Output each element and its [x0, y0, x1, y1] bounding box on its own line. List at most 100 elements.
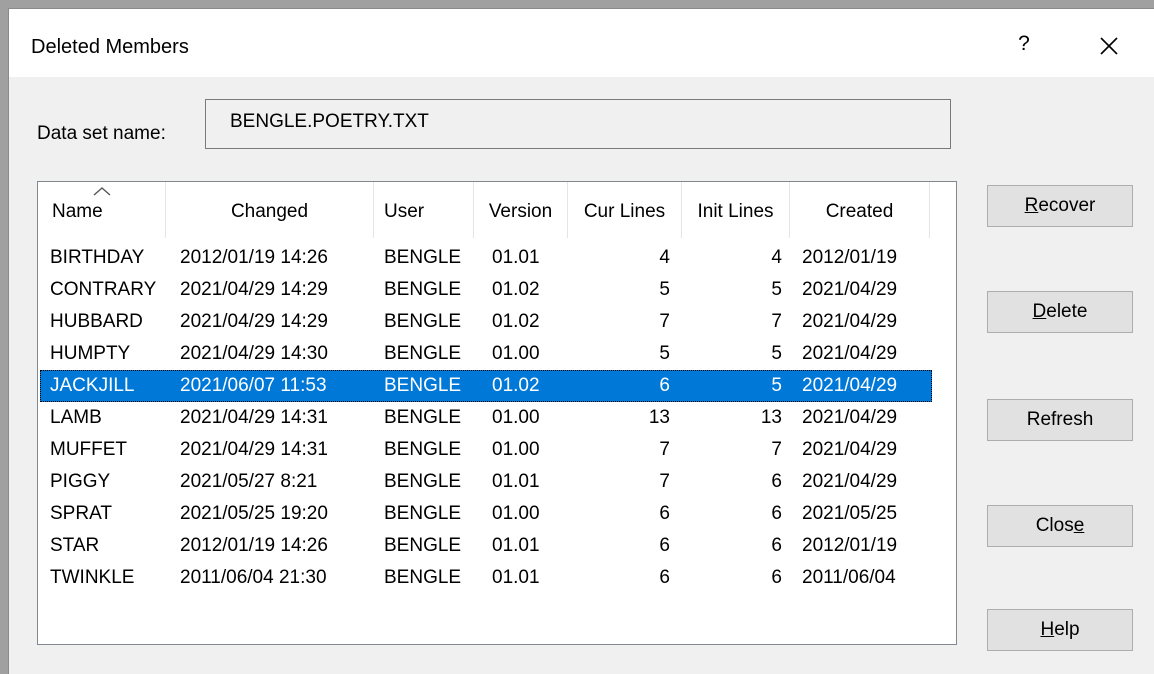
cell-user: BENGLE: [384, 471, 462, 492]
cell-created: 2021/04/29: [802, 343, 898, 364]
cell-user: BENGLE: [384, 343, 462, 364]
cell-cur-lines: 6: [659, 567, 670, 588]
cell-changed: 2021/04/29 14:29: [180, 311, 328, 332]
cell-created: 2021/05/25: [802, 503, 898, 524]
dialog-title: Deleted Members: [31, 36, 189, 58]
cell-cur-lines: 7: [659, 311, 670, 332]
cell-name: STAR: [50, 535, 100, 556]
list-header: Name Changed User Version Cur Lines Init…: [38, 182, 956, 238]
cell-cur-lines: 7: [659, 471, 670, 492]
table-row[interactable]: MUFFET 2021/04/29 14:31 BENGLE 01.00 7 7 2021/…: [40, 434, 932, 466]
refresh-button[interactable]: Refresh: [987, 399, 1133, 441]
cell-user: BENGLE: [384, 407, 462, 428]
cell-init-lines: 6: [771, 535, 782, 556]
cell-name: HUMPTY: [50, 343, 131, 364]
cell-cur-lines: 4: [659, 247, 670, 268]
cell-init-lines: 7: [771, 439, 782, 460]
cell-name: TWINKLE: [50, 567, 135, 588]
cell-created: 2021/04/29: [802, 375, 898, 396]
cell-changed: 2011/06/04 21:30: [180, 567, 327, 588]
title-bar: Deleted Members ?: [9, 9, 1154, 77]
cell-version: 01.01: [492, 567, 540, 588]
cell-changed: 2021/05/25 19:20: [180, 503, 328, 524]
cell-version: 01.01: [492, 535, 540, 556]
context-help-button[interactable]: ?: [1009, 29, 1039, 59]
cell-user: BENGLE: [384, 535, 462, 556]
cell-cur-lines: 13: [648, 407, 670, 428]
cell-version: 01.00: [492, 407, 540, 428]
cell-changed: 2021/05/27 8:21: [180, 471, 318, 492]
cell-name: LAMB: [50, 407, 102, 428]
cell-name: PIGGY: [50, 471, 111, 492]
cell-changed: 2021/04/29 14:30: [180, 343, 328, 364]
table-row[interactable]: HUBBARD 2021/04/29 14:29 BENGLE 01.02 7 7 2021…: [40, 306, 932, 338]
table-row[interactable]: STAR 2012/01/19 14:26 BENGLE 01.01 6 6 2012/01…: [40, 530, 932, 562]
column-header-user[interactable]: User: [374, 182, 474, 238]
close-icon[interactable]: [1094, 31, 1124, 61]
cell-init-lines: 4: [771, 247, 782, 268]
table-row[interactable]: PIGGY 2021/05/27 8:21 BENGLE 01.01 7 6 2021/04…: [40, 466, 932, 498]
table-row[interactable]: CONTRARY 2021/04/29 14:29 BENGLE 01.02 5 5 202…: [40, 274, 932, 306]
cell-version: 01.01: [492, 471, 540, 492]
table-row[interactable]: TWINKLE 2011/06/04 21:30 BENGLE 01.01 6 6 2011…: [40, 562, 932, 594]
cell-cur-lines: 6: [659, 535, 670, 556]
cell-user: BENGLE: [384, 503, 462, 524]
cell-user: BENGLE: [384, 567, 462, 588]
cell-init-lines: 6: [771, 471, 782, 492]
column-header-changed[interactable]: Changed: [166, 182, 374, 238]
cell-changed: 2021/04/29 14:29: [180, 279, 328, 300]
recover-button[interactable]: Recover: [987, 185, 1133, 227]
cell-user: BENGLE: [384, 247, 462, 268]
column-header-version[interactable]: Version: [474, 182, 568, 238]
dataset-name-field: BENGLE.POETRY.TXT: [205, 99, 951, 149]
cell-version: 01.02: [492, 375, 540, 396]
cell-created: 2021/04/29: [802, 311, 898, 332]
cell-created: 2012/01/19: [802, 535, 898, 556]
cell-cur-lines: 7: [659, 439, 670, 460]
dataset-name-label: Data set name:: [37, 123, 166, 144]
cell-name: JACKJILL: [50, 375, 135, 396]
cell-init-lines: 13: [760, 407, 782, 428]
column-header-init-lines[interactable]: Init Lines: [682, 182, 790, 238]
cell-created: 2021/04/29: [802, 471, 898, 492]
cell-init-lines: 5: [771, 279, 782, 300]
cell-version: 01.02: [492, 279, 540, 300]
cell-created: 2011/06/04: [802, 567, 896, 588]
cell-changed: 2012/01/19 14:26: [180, 247, 328, 268]
cell-init-lines: 5: [771, 375, 782, 396]
table-row[interactable]: HUMPTY 2021/04/29 14:30 BENGLE 01.00 5 5 2021/…: [40, 338, 932, 370]
column-header-created[interactable]: Created: [790, 182, 930, 238]
cell-version: 01.00: [492, 439, 540, 460]
cell-init-lines: 7: [771, 311, 782, 332]
column-header-cur-lines[interactable]: Cur Lines: [568, 182, 682, 238]
cell-user: BENGLE: [384, 311, 462, 332]
cell-name: SPRAT: [50, 503, 112, 524]
cell-cur-lines: 6: [659, 503, 670, 524]
cell-cur-lines: 6: [659, 375, 670, 396]
cell-init-lines: 6: [771, 503, 782, 524]
cell-created: 2021/04/29: [802, 279, 898, 300]
cell-init-lines: 5: [771, 343, 782, 364]
cell-changed: 2012/01/19 14:26: [180, 535, 328, 556]
cell-changed: 2021/04/29 14:31: [180, 439, 328, 460]
cell-version: 01.02: [492, 311, 540, 332]
table-row[interactable]: JACKJILL 2021/06/07 11:53 BENGLE 01.02 6 5 202…: [40, 370, 932, 402]
cell-user: BENGLE: [384, 439, 462, 460]
cell-name: BIRTHDAY: [50, 247, 145, 268]
table-row[interactable]: SPRAT 2021/05/25 19:20 BENGLE 01.00 6 6 2021/0…: [40, 498, 932, 530]
cell-changed: 2021/04/29 14:31: [180, 407, 328, 428]
cell-user: BENGLE: [384, 279, 462, 300]
table-row[interactable]: BIRTHDAY 2012/01/19 14:26 BENGLE 01.01 4 4 201…: [40, 242, 932, 274]
column-header-name[interactable]: Name: [38, 182, 166, 238]
help-button[interactable]: Help: [987, 609, 1133, 651]
members-list[interactable]: Name Changed User Version Cur Lines Init…: [37, 181, 957, 645]
cell-init-lines: 6: [771, 567, 782, 588]
cell-name: CONTRARY: [50, 279, 157, 300]
cell-name: MUFFET: [50, 439, 128, 460]
cell-changed: 2021/06/07 11:53: [180, 375, 327, 396]
delete-button[interactable]: Delete: [987, 291, 1133, 333]
table-row[interactable]: LAMB 2021/04/29 14:31 BENGLE 01.00 13 13 2021/…: [40, 402, 932, 434]
cell-version: 01.00: [492, 343, 540, 364]
deleted-members-dialog: Deleted Members ? Data set name: BENGLE.…: [8, 8, 1154, 674]
close-button[interactable]: Close: [987, 505, 1133, 547]
